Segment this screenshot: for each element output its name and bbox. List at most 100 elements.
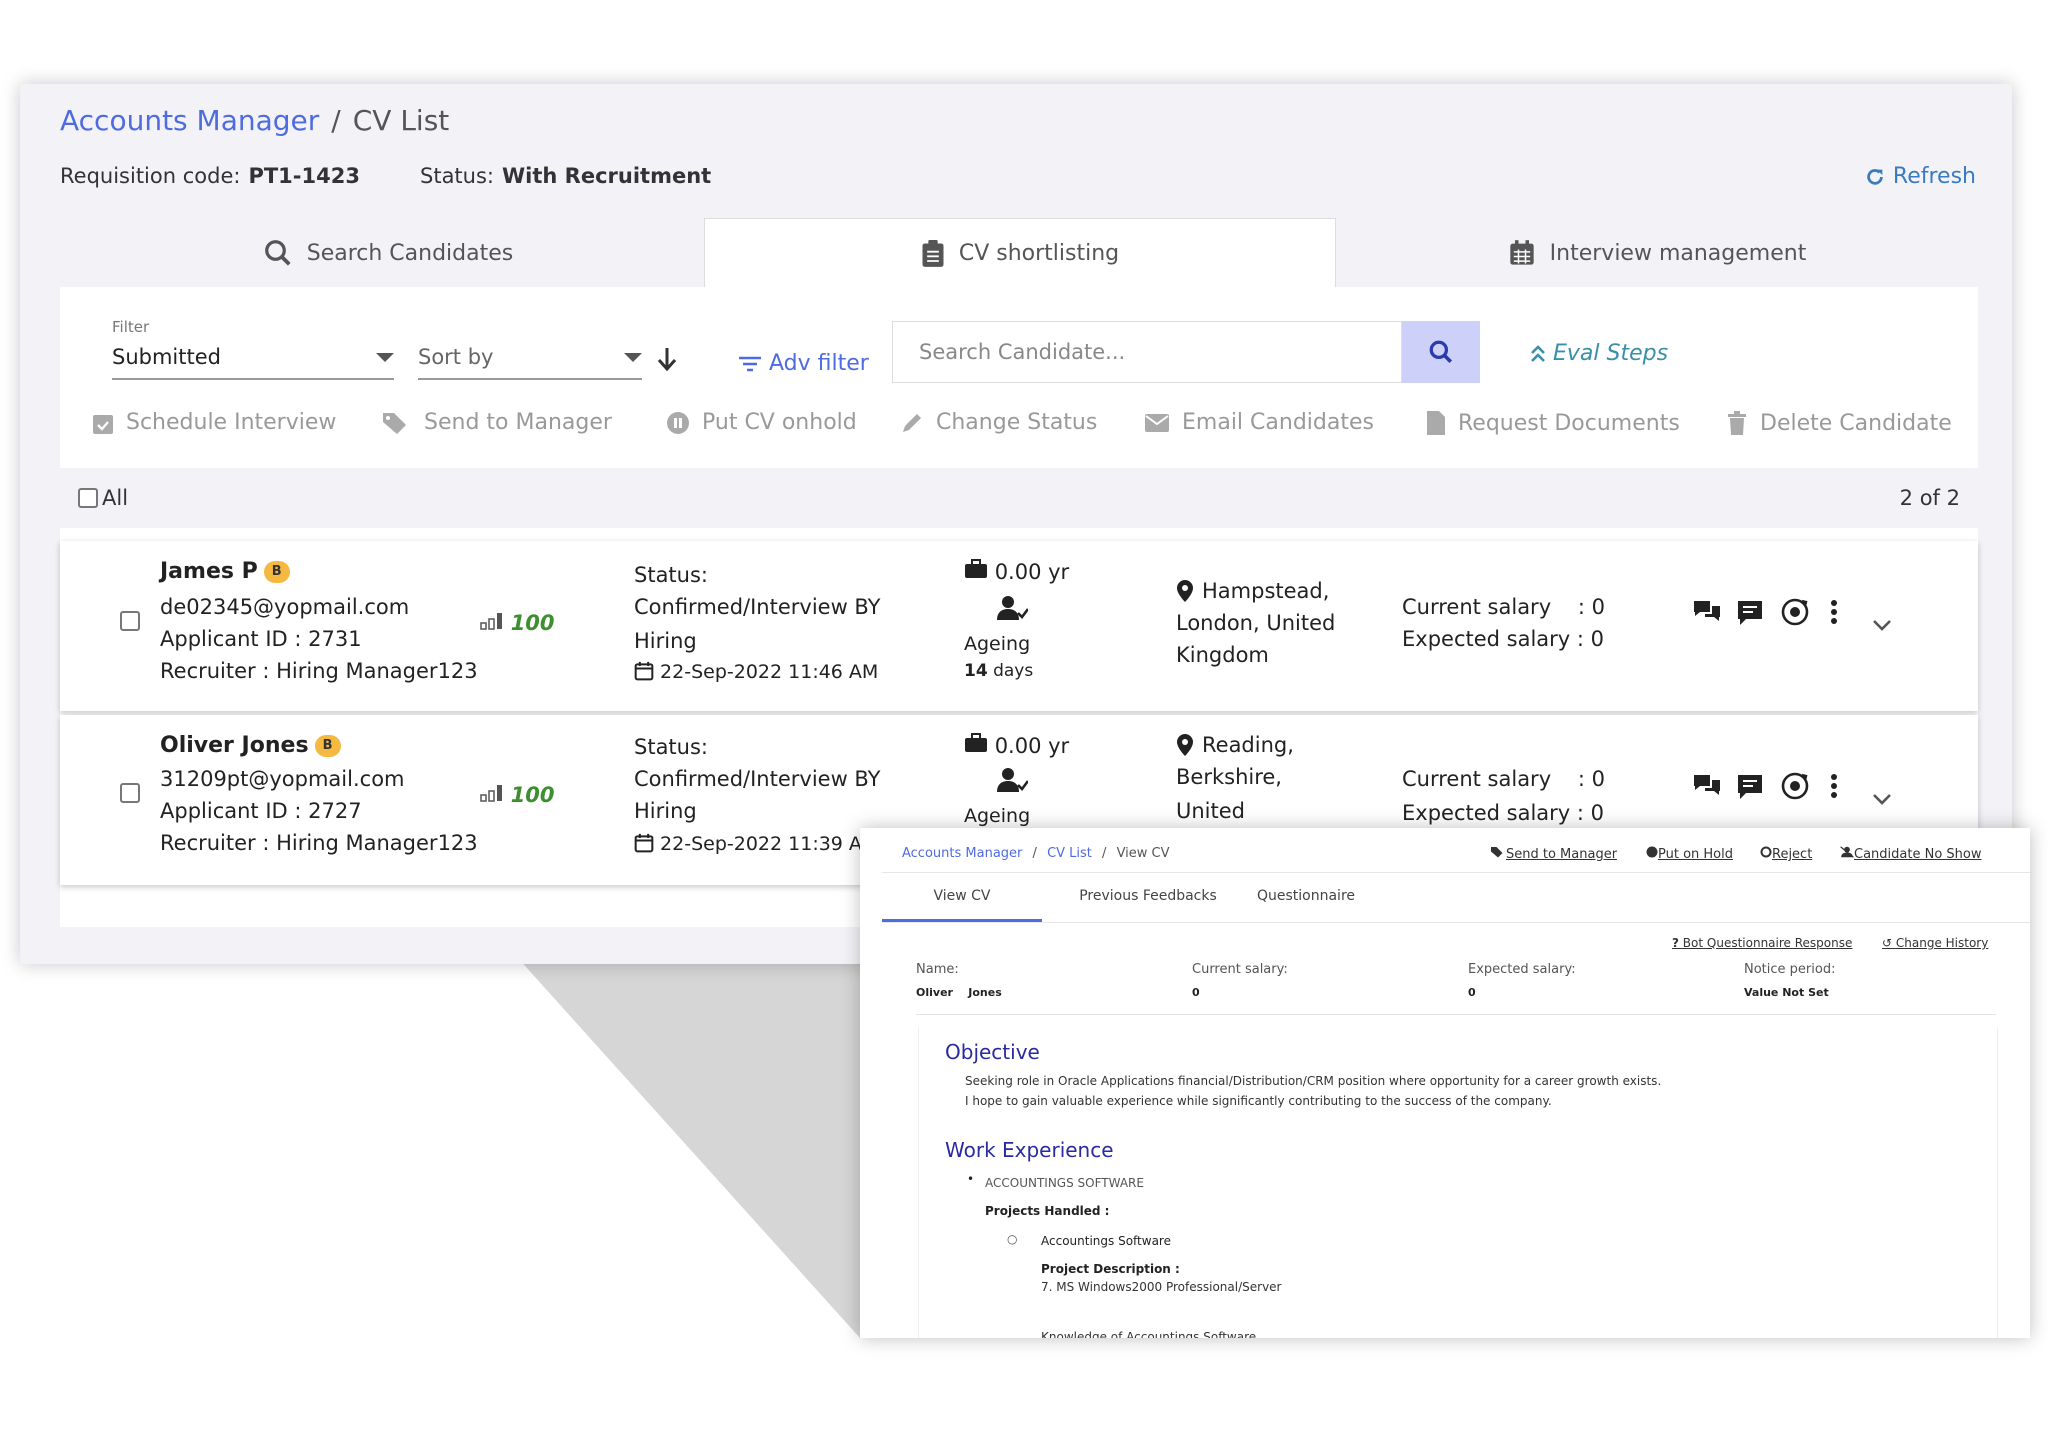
comments-icon[interactable] — [1692, 599, 1722, 625]
bullet: • — [967, 1172, 975, 1186]
tab-interview-management[interactable]: Interview management — [1336, 218, 1978, 288]
tab-cv-shortlisting[interactable]: CV shortlisting — [704, 218, 1336, 288]
tab-previous-feedbacks[interactable]: Previous Feedbacks — [1068, 876, 1228, 922]
settings-cycle-icon[interactable] — [1780, 597, 1810, 627]
message-icon[interactable] — [1736, 773, 1764, 801]
location-line: Kingdom — [1176, 643, 1269, 667]
status-label: Status: — [634, 563, 708, 587]
tab-view-cv[interactable]: View CV — [882, 876, 1042, 922]
request-documents-action[interactable]: Request Documents — [1426, 410, 1680, 436]
candidate-no-show-link[interactable]: Candidate No Show — [1840, 846, 1981, 862]
more-vertical-icon[interactable] — [1830, 773, 1838, 799]
chevron-down-icon[interactable] — [1872, 793, 1892, 807]
tab-search-candidates[interactable]: Search Candidates — [60, 218, 716, 288]
delete-candidate-action[interactable]: Delete Candidate — [1726, 410, 1952, 436]
ban-icon — [1760, 846, 1772, 858]
ageing-label: Ageing — [964, 633, 1031, 655]
company-name: ACCOUNTINGS SOFTWARE — [985, 1176, 1144, 1190]
filter-label: Filter — [112, 318, 150, 336]
document-icon — [1427, 411, 1445, 435]
envelope-icon — [1145, 413, 1169, 432]
requisition-status: Status: With Recruitment — [420, 164, 712, 188]
field-label: Current salary: — [1192, 962, 1288, 977]
status-label: Status: — [634, 735, 708, 759]
field-value: Oliver Jones — [916, 986, 1002, 999]
expected-salary: Expected salary : 0 — [1402, 801, 1605, 825]
email-candidates-action[interactable]: Email Candidates — [1144, 410, 1374, 435]
search-icon — [1429, 340, 1453, 364]
comments-icon[interactable] — [1692, 773, 1722, 799]
truncated-text: Knowledge of Accountings Software — [1041, 1330, 1257, 1338]
status-value: Confirmed/Interview BY — [634, 767, 881, 791]
pause-circle-icon — [1646, 846, 1658, 858]
calendar-icon — [1509, 240, 1534, 265]
search-button[interactable] — [1402, 321, 1480, 383]
candidate-card[interactable]: James PB de02345@yopmail.com Applicant I… — [60, 541, 1978, 711]
clipboard-icon — [922, 239, 944, 267]
chevron-down-icon — [624, 352, 642, 362]
change-history-link[interactable]: ↺ Change History — [1882, 936, 1988, 950]
status-value: Hiring — [634, 799, 697, 823]
status-date: 22-Sep-2022 11:39 AM — [634, 833, 878, 855]
change-status-action[interactable]: Change Status — [900, 410, 1097, 435]
put-on-hold-link[interactable]: Put on Hold — [1646, 846, 1733, 862]
status-value: Confirmed/Interview BY — [634, 595, 881, 619]
field-value: Value Not Set — [1744, 986, 1829, 999]
experience: 0.00 yr — [964, 559, 1069, 584]
breadcrumb-link[interactable]: Accounts Manager — [902, 846, 1022, 861]
search-icon — [264, 240, 291, 266]
candidate-name[interactable]: Oliver Jones B — [160, 733, 341, 758]
send-to-manager-action[interactable]: Send to Manager — [382, 410, 612, 435]
candidate-checkbox[interactable] — [120, 611, 140, 631]
candidate-name[interactable]: James PB — [160, 559, 290, 584]
field-label: Notice period: — [1744, 962, 1836, 977]
applicant-id: Applicant ID : 2727 — [160, 799, 362, 823]
adv-filter-button[interactable]: Adv filter — [738, 351, 869, 376]
map-marker-icon — [1177, 734, 1193, 756]
breadcrumb-link[interactable]: Accounts Manager — [60, 104, 319, 137]
candidate-checkbox[interactable] — [120, 783, 140, 803]
requisition-code: Requisition code: PT1-1423 — [60, 164, 360, 188]
search-candidate-input[interactable]: Search Candidate... — [892, 321, 1402, 383]
eval-steps-toggle[interactable]: Eval Steps — [1530, 341, 1668, 366]
breadcrumb-link[interactable]: CV List — [1047, 846, 1092, 861]
breadcrumb: Accounts Manager / CV List — [60, 104, 450, 137]
match-score: 100 — [480, 611, 555, 635]
schedule-interview-action[interactable]: Schedule Interview — [92, 410, 336, 435]
ageing-days: 14 days — [964, 661, 1034, 681]
bullet-circle: ○ — [1007, 1232, 1018, 1246]
objective-line: I hope to gain valuable experience while… — [965, 1094, 1552, 1108]
tags-icon — [1491, 847, 1503, 858]
sort-direction-icon[interactable] — [656, 346, 678, 372]
work-experience-heading: Work Experience — [945, 1138, 1114, 1162]
tab-divider — [882, 922, 2030, 923]
chevron-down-icon[interactable] — [1872, 619, 1892, 633]
recruiter: Recruiter : Hiring Manager123 — [160, 659, 478, 683]
grade-badge: B — [314, 735, 341, 757]
more-vertical-icon[interactable] — [1830, 599, 1838, 625]
location-line: Hampstead, — [1202, 579, 1330, 603]
recruiter: Recruiter : Hiring Manager123 — [160, 831, 478, 855]
filter-select[interactable]: Submitted — [112, 336, 394, 380]
objective-line: Seeking role in Oracle Applications fina… — [965, 1074, 1662, 1088]
sort-select[interactable]: Sort by — [418, 336, 642, 380]
select-all-checkbox[interactable]: All — [78, 486, 128, 510]
field-value: 0 — [1192, 986, 1200, 999]
settings-cycle-icon[interactable] — [1780, 771, 1810, 801]
double-chevron-up-icon — [1531, 345, 1545, 362]
send-to-manager-link[interactable]: Send to Manager — [1490, 846, 1617, 862]
refresh-button[interactable]: Refresh — [1864, 164, 1976, 189]
user-slash-icon — [1840, 846, 1854, 858]
bot-questionnaire-link[interactable]: ? Bot Questionnaire Response — [1672, 936, 1852, 950]
tab-questionnaire[interactable]: Questionnaire — [1236, 876, 1376, 922]
trash-icon — [1728, 411, 1746, 435]
message-icon[interactable] — [1736, 599, 1764, 627]
put-cv-onhold-action[interactable]: Put CV onhold — [666, 410, 857, 435]
reject-link[interactable]: Reject — [1760, 846, 1812, 862]
project-name: Accountings Software — [1041, 1234, 1171, 1248]
ageing-label: Ageing — [964, 805, 1031, 827]
signal-bars-icon — [480, 785, 502, 802]
candidate-email: 31209pt@yopmail.com — [160, 767, 405, 791]
grade-badge: B — [263, 561, 290, 583]
user-clock-icon — [997, 768, 1028, 792]
